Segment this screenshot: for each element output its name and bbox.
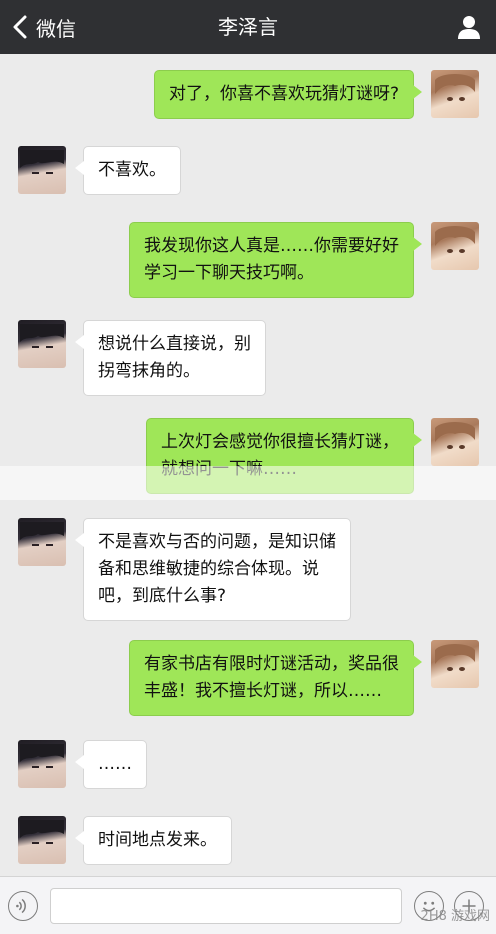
contact-avatar[interactable] xyxy=(18,320,66,368)
watermark: 2H8 游戏网 xyxy=(420,909,490,924)
back-button[interactable]: 微信 xyxy=(10,0,76,54)
voice-button[interactable] xyxy=(8,891,38,921)
my-avatar[interactable] xyxy=(431,418,479,466)
my-avatar[interactable] xyxy=(431,70,479,118)
top-navigation-bar: 微信 李泽言 xyxy=(0,0,496,54)
contact-avatar[interactable] xyxy=(18,518,66,566)
message-bubble-contact[interactable]: 不喜欢。 xyxy=(75,146,181,195)
profile-icon[interactable] xyxy=(456,14,482,40)
contact-avatar[interactable] xyxy=(18,816,66,864)
message-bubble-contact[interactable]: 不是喜欢与否的问题，是知识储 备和思维敏捷的综合体现。说 吧，到底什么事? xyxy=(75,518,351,621)
message-bubble-contact[interactable]: 时间地点发来。 xyxy=(75,816,232,865)
contact-avatar[interactable] xyxy=(18,146,66,194)
message-bubble-mine[interactable]: 我发现你这人真是……你需要好好 学习一下聊天技巧啊。 xyxy=(129,222,422,298)
my-avatar[interactable] xyxy=(431,640,479,688)
chat-area[interactable]: 对了，你喜不喜欢玩猜灯谜呀? 不喜欢。 我发现你这人真是……你需要好好 学习一下… xyxy=(0,54,496,876)
message-bubble-mine[interactable]: 有家书店有限时灯谜活动，奖品很 丰盛！我不擅长灯谜，所以…… xyxy=(129,640,422,716)
chevron-left-icon xyxy=(13,15,27,39)
image-artifact-band xyxy=(0,466,496,500)
message-bubble-mine[interactable]: 对了，你喜不喜欢玩猜灯谜呀? xyxy=(153,70,423,119)
message-input[interactable] xyxy=(50,888,402,924)
my-avatar[interactable] xyxy=(431,222,479,270)
voice-icon xyxy=(16,898,26,914)
back-label: 微信 xyxy=(36,16,76,41)
message-bubble-contact[interactable]: 想说什么直接说，别 拐弯抹角的。 xyxy=(75,320,266,396)
contact-avatar[interactable] xyxy=(18,740,66,788)
message-bubble-contact[interactable]: …… xyxy=(75,740,147,789)
